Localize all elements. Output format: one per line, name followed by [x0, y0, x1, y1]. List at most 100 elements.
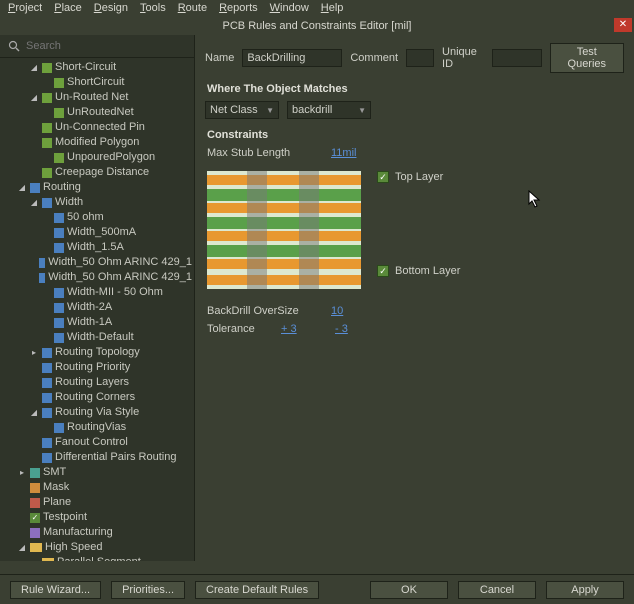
tree-item[interactable]: Width-Default [0, 330, 194, 345]
tree-node-icon: ✓ [30, 513, 40, 523]
tree-item[interactable]: ◢ Routing [0, 180, 194, 195]
tree-item[interactable]: Differential Pairs Routing [0, 450, 194, 465]
tree-item[interactable]: Width-MII - 50 Ohm [0, 285, 194, 300]
tolerance-plus[interactable]: + 3 [281, 323, 321, 335]
search-input[interactable] [26, 40, 186, 52]
tree-node-icon [42, 138, 52, 148]
dialog-titlebar: PCB Rules and Constraints Editor [mil] ✕ [0, 17, 634, 35]
apply-button[interactable]: Apply [546, 581, 624, 599]
menu-design[interactable]: Design [94, 2, 128, 14]
tree-item[interactable]: ◢High Speed [0, 540, 194, 555]
close-button[interactable]: ✕ [614, 18, 632, 32]
menu-route[interactable]: Route [178, 2, 207, 14]
match-kind-dropdown[interactable]: Net Class ▼ [205, 101, 279, 119]
tree-item[interactable]: UnRoutedNet [0, 105, 194, 120]
tree-item[interactable]: ◢ Un-Routed Net [0, 90, 194, 105]
rule-wizard-button[interactable]: Rule Wizard... [10, 581, 101, 599]
create-default-rules-button[interactable]: Create Default Rules [195, 581, 319, 599]
tree-item-label: Routing Priority [55, 360, 130, 375]
expand-icon[interactable]: ▸ [29, 348, 39, 358]
test-queries-button[interactable]: Test Queries [550, 43, 624, 73]
tree-item[interactable]: ✓Testpoint [0, 510, 194, 525]
uniqueid-label: Unique ID [442, 46, 484, 70]
tree-node-icon [42, 123, 52, 133]
tree-item[interactable]: Width_500mA [0, 225, 194, 240]
tree-item-label: Width_1.5A [67, 240, 124, 255]
tree-node-icon [30, 543, 42, 552]
match-kind-value: Net Class [210, 104, 258, 116]
tree-item-label: Un-Connected Pin [55, 120, 145, 135]
ok-button[interactable]: OK [370, 581, 448, 599]
collapse-icon[interactable]: ◢ [17, 183, 27, 193]
tree-node-icon [42, 558, 54, 561]
tree-item[interactable]: 50 ohm [0, 210, 194, 225]
tree-item-label: Routing [43, 180, 81, 195]
tree-item[interactable]: Width-1A [0, 315, 194, 330]
tree-item[interactable]: Modified Polygon [0, 135, 194, 150]
tree-node-icon [30, 498, 40, 508]
tree-item[interactable]: Width-2A [0, 300, 194, 315]
tree-item[interactable]: Creepage Distance [0, 165, 194, 180]
collapse-icon[interactable]: ◢ [29, 198, 39, 208]
tree-item[interactable]: Plane [0, 495, 194, 510]
tree-spacer [29, 363, 39, 373]
tree-node-icon [54, 333, 64, 343]
tree-item[interactable]: Manufacturing [0, 525, 194, 540]
comment-input[interactable] [406, 49, 434, 67]
tree-item[interactable]: Parallel Segment [0, 555, 194, 561]
tree-item[interactable]: Mask [0, 480, 194, 495]
tree-node-icon [54, 228, 64, 238]
oversize-value[interactable]: 10 [331, 305, 343, 317]
tree-item[interactable]: ◢Routing Via Style [0, 405, 194, 420]
tree-item[interactable]: Width_1.5A [0, 240, 194, 255]
tree-item-label: Un-Routed Net [55, 90, 128, 105]
tree-item[interactable]: Un-Connected Pin [0, 120, 194, 135]
collapse-icon[interactable]: ◢ [17, 543, 27, 553]
tree-item[interactable]: RoutingVias [0, 420, 194, 435]
collapse-icon[interactable]: ◢ [29, 63, 39, 73]
tree-spacer [17, 483, 27, 493]
menu-reports[interactable]: Reports [219, 2, 258, 14]
tree-spacer [29, 558, 39, 562]
top-layer-checkbox[interactable]: ✓ [377, 171, 389, 183]
tree-item[interactable]: Width_50 Ohm ARINC 429_1 [0, 255, 194, 270]
tree-item-label: Routing Topology [55, 345, 140, 360]
cancel-button[interactable]: Cancel [458, 581, 536, 599]
tree-spacer [29, 168, 39, 178]
rules-tree[interactable]: ◢Short-CircuitShortCircuit ◢ Un-Routed Net… [0, 58, 194, 561]
tree-item[interactable]: UnpouredPolygon [0, 150, 194, 165]
tolerance-minus[interactable]: - 3 [335, 323, 348, 335]
tree-spacer [29, 273, 36, 283]
menu-place[interactable]: Place [54, 2, 82, 14]
tree-item[interactable]: ShortCircuit [0, 75, 194, 90]
tree-item[interactable]: ▸ Routing Topology [0, 345, 194, 360]
match-target-dropdown[interactable]: backdrill ▼ [287, 101, 371, 119]
dialog-title: PCB Rules and Constraints Editor [mil] [223, 20, 412, 32]
max-stub-value[interactable]: 11mil [331, 147, 356, 159]
tree-item[interactable]: Width_50 Ohm ARINC 429_1 [0, 270, 194, 285]
menu-window[interactable]: Window [270, 2, 309, 14]
tree-node-icon [30, 468, 40, 478]
collapse-icon[interactable]: ◢ [29, 93, 39, 103]
bottom-layer-checkbox[interactable]: ✓ [377, 265, 389, 277]
chevron-down-icon: ▼ [358, 106, 366, 115]
tree-item[interactable]: ◢Short-Circuit [0, 60, 194, 75]
name-input[interactable] [242, 49, 342, 67]
tree-spacer [41, 333, 51, 343]
priorities-button[interactable]: Priorities... [111, 581, 185, 599]
tree-item[interactable]: ◢Width [0, 195, 194, 210]
tree-item[interactable]: Routing Corners [0, 390, 194, 405]
collapse-icon[interactable]: ◢ [29, 408, 39, 418]
expand-icon[interactable]: ▸ [17, 468, 27, 478]
tree-item[interactable]: Fanout Control [0, 435, 194, 450]
tree-item[interactable]: ▸SMT [0, 465, 194, 480]
menu-project[interactable]: Project [8, 2, 42, 14]
menu-tools[interactable]: Tools [140, 2, 166, 14]
uniqueid-input[interactable] [492, 49, 542, 67]
tree-item[interactable]: Routing Priority [0, 360, 194, 375]
tree-spacer [41, 228, 51, 238]
menu-help[interactable]: Help [321, 2, 344, 14]
tree-spacer [29, 393, 39, 403]
chevron-down-icon: ▼ [266, 106, 274, 115]
tree-item[interactable]: Routing Layers [0, 375, 194, 390]
